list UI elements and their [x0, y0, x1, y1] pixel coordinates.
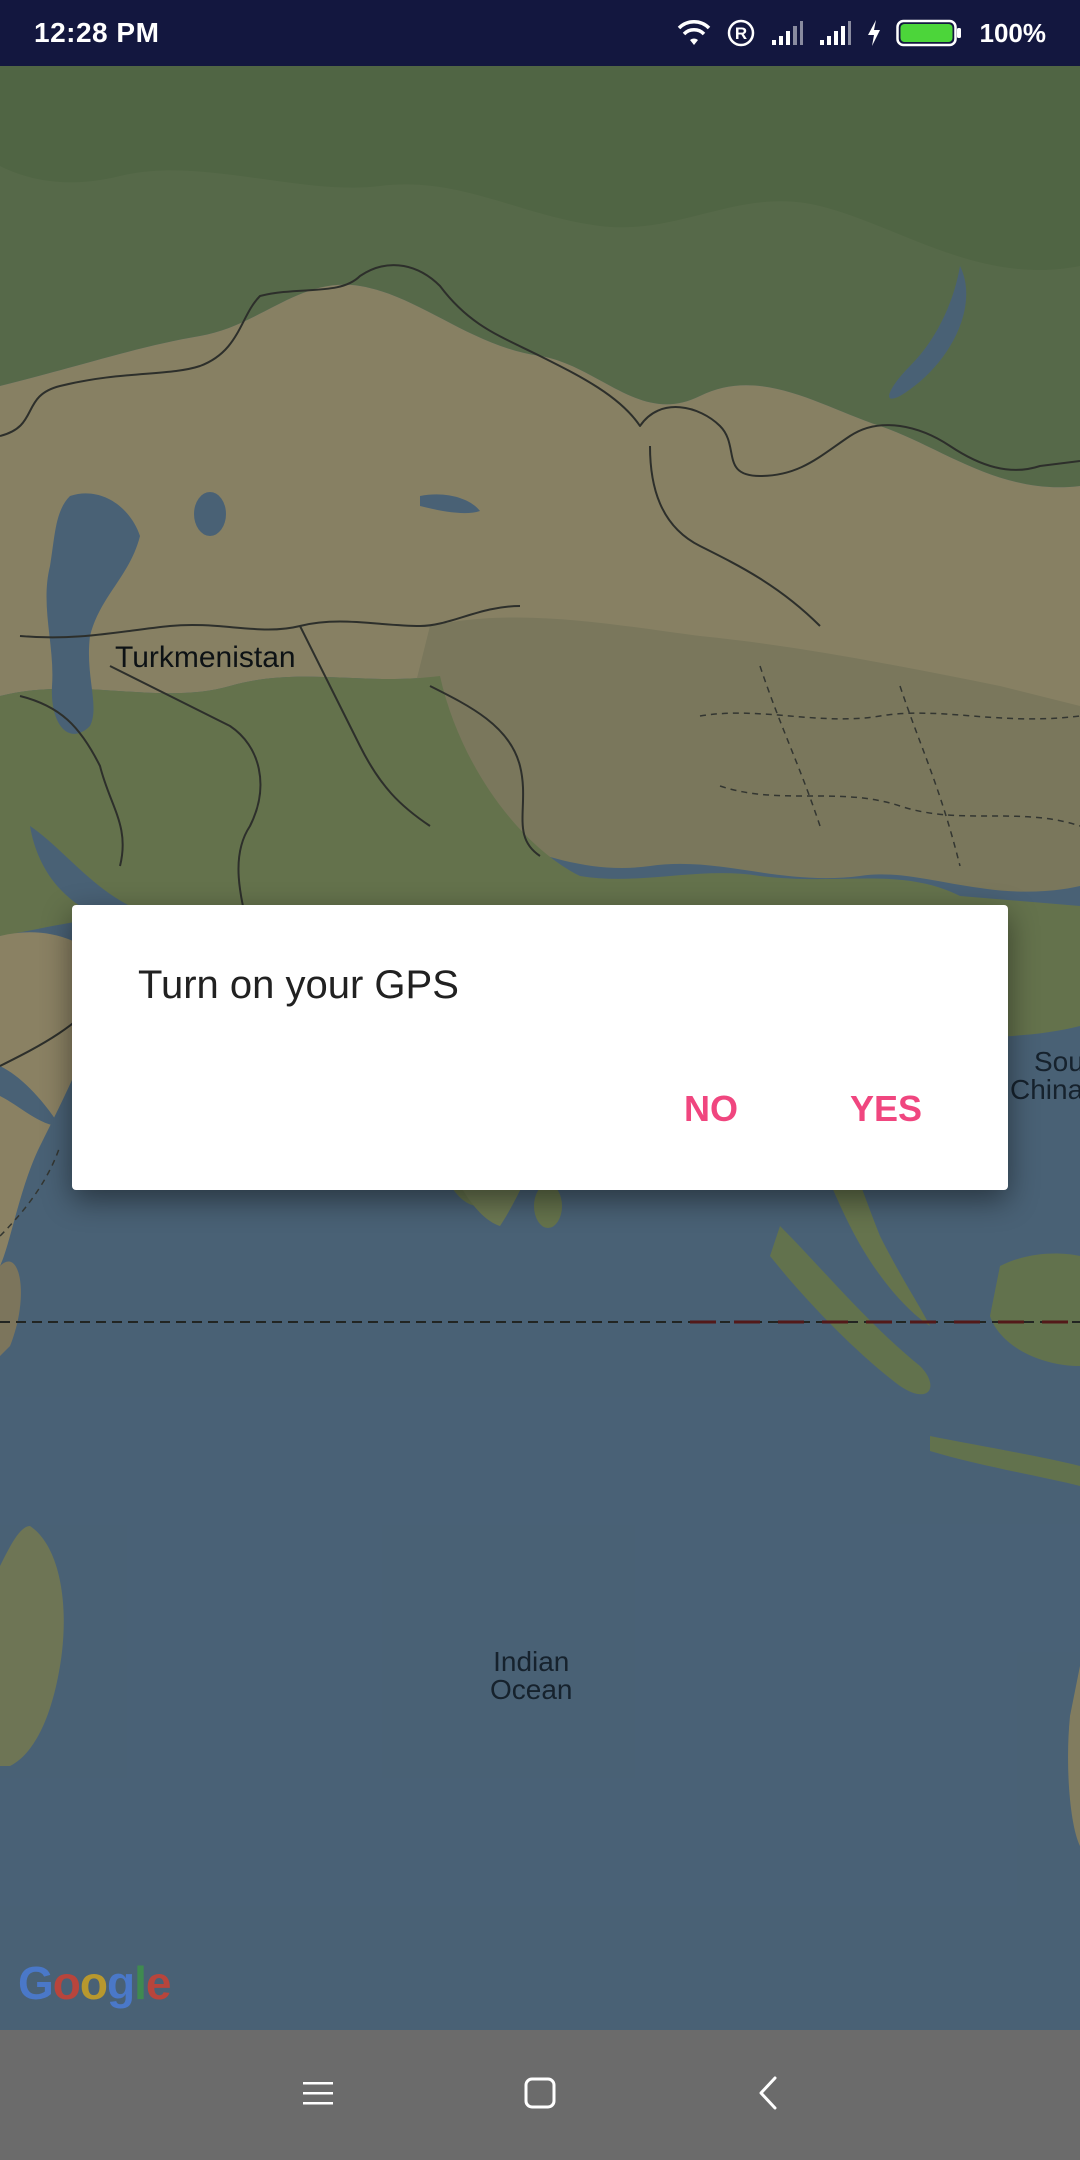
- status-bar: 12:28 PM R 100%: [0, 0, 1080, 66]
- google-logo-letter: o: [79, 1957, 108, 2009]
- google-logo: Google: [18, 1956, 172, 2010]
- recent-apps-button[interactable]: [258, 2030, 378, 2160]
- status-time: 12:28 PM: [34, 17, 160, 48]
- back-icon: [756, 2075, 780, 2116]
- google-logo-letter: g: [107, 1957, 135, 2009]
- registered-icon: R: [726, 18, 756, 48]
- google-logo-letter: e: [145, 1957, 172, 2009]
- menu-icon: [301, 2078, 335, 2113]
- navigation-bar: [0, 2030, 1080, 2160]
- gps-dialog: Turn on your GPS NO YES: [72, 905, 1008, 1190]
- back-button[interactable]: [708, 2030, 828, 2160]
- wifi-icon: [676, 18, 712, 48]
- charging-icon: [866, 19, 882, 47]
- google-logo-letter: l: [134, 1957, 147, 2009]
- yes-button[interactable]: YES: [838, 1080, 934, 1138]
- signal-icon: [818, 20, 852, 46]
- home-button[interactable]: [480, 2030, 600, 2160]
- screen: 12:28 PM R 100% Turkmenistan Indian Ocea…: [0, 0, 1080, 2160]
- svg-text:R: R: [734, 24, 746, 43]
- signal-icon: [770, 20, 804, 46]
- no-button[interactable]: NO: [672, 1080, 750, 1138]
- google-logo-letter: G: [18, 1957, 54, 2009]
- battery-percent: 100%: [979, 17, 1047, 48]
- battery-icon: [895, 18, 962, 48]
- dialog-message: Turn on your GPS: [138, 963, 459, 1007]
- google-logo-letter: o: [52, 1957, 81, 2009]
- home-icon: [523, 2076, 557, 2115]
- status-icons: R 100%: [676, 17, 1047, 49]
